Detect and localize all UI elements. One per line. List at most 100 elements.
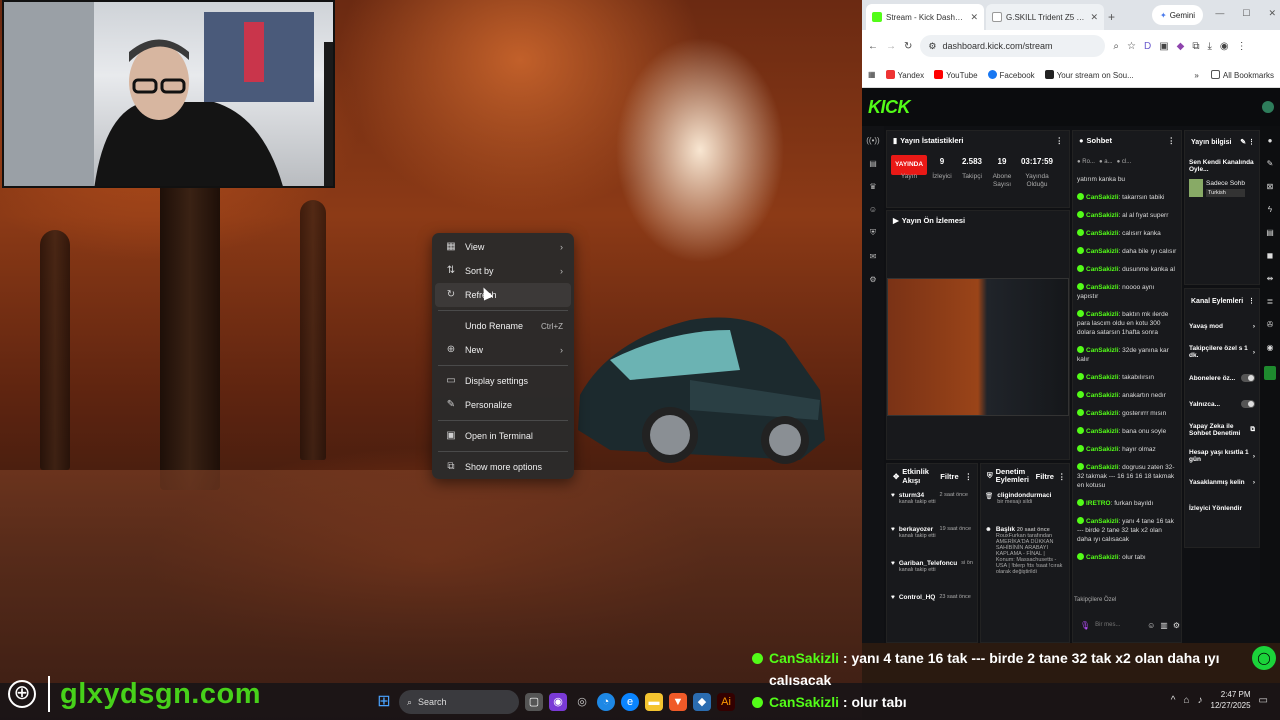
- chat-username[interactable]: CanSakizli: [1086, 311, 1119, 318]
- toggle-switch[interactable]: [1241, 400, 1255, 408]
- kebab-icon[interactable]: ⋮: [1168, 136, 1176, 145]
- menu-item-open-terminal[interactable]: ▣ Open in Terminal: [435, 424, 571, 448]
- chat-username[interactable]: CanSakizli: [1086, 446, 1119, 453]
- windows-start-icon[interactable]: ⊞: [375, 693, 393, 711]
- chat-username[interactable]: CanSakizli: [1086, 266, 1119, 273]
- close-window-icon[interactable]: ✕: [1268, 8, 1276, 19]
- pin-icon[interactable]: ▥: [1160, 621, 1168, 630]
- app-icon[interactable]: ◆: [693, 693, 711, 711]
- avatar[interactable]: [1262, 101, 1274, 113]
- doc-icon[interactable]: ▤: [1266, 228, 1274, 237]
- menu-item-refresh[interactable]: ↻ Refresh: [435, 283, 571, 307]
- extension-icon[interactable]: D: [1144, 41, 1151, 52]
- chat-username[interactable]: CanSakizli: [1086, 374, 1119, 381]
- tab-kick-dashboard[interactable]: Stream - Kick Dashboard ✕: [866, 4, 984, 30]
- action-slow-mode[interactable]: Yavaş mod ›: [1185, 313, 1259, 339]
- minimize-icon[interactable]: —: [1215, 8, 1224, 19]
- app-icon[interactable]: ◉: [549, 693, 567, 711]
- file-explorer-icon[interactable]: ▬: [645, 693, 663, 711]
- chat-username[interactable]: CanSakizli: [1086, 212, 1119, 219]
- bookmark-yandex[interactable]: Yandex: [885, 69, 924, 80]
- back-icon[interactable]: ←: [868, 41, 878, 52]
- menu-item-view[interactable]: ▦ View ›: [435, 235, 571, 259]
- apps-grid-icon[interactable]: ▦: [868, 70, 876, 79]
- toggle-switch[interactable]: [1241, 374, 1255, 382]
- dot-icon[interactable]: ●: [1268, 136, 1273, 145]
- broadcast-icon[interactable]: ((•)): [866, 136, 879, 145]
- profile-icon[interactable]: ◉: [1220, 41, 1229, 52]
- chat-icon[interactable]: ✉: [870, 252, 877, 261]
- action-followers-only[interactable]: Takipçilere özel s 1 dk. ›: [1185, 339, 1259, 365]
- chat-username[interactable]: CanSakizli: [1086, 284, 1119, 291]
- menu-item-show-more-options[interactable]: ⧉ Show more options: [435, 455, 571, 479]
- address-bar[interactable]: ⚙ dashboard.kick.com/stream: [920, 35, 1106, 57]
- pencil-icon[interactable]: ✎: [1267, 159, 1274, 168]
- edge-icon[interactable]: e: [621, 693, 639, 711]
- menu-item-sort-by[interactable]: ⇅ Sort by ›: [435, 259, 571, 283]
- action-banned-words[interactable]: Yasaklanmış kelin ›: [1185, 469, 1259, 495]
- layers-icon[interactable]: ≣: [1267, 297, 1274, 306]
- forward-icon[interactable]: →: [886, 41, 896, 52]
- downloads-icon[interactable]: ⤓: [1208, 41, 1212, 52]
- stream-preview-video[interactable]: [887, 278, 1069, 416]
- taskbar-search[interactable]: ⌕ Search: [399, 690, 519, 714]
- menu-item-personalize[interactable]: ✎ Personalize: [435, 393, 571, 417]
- bookmark-youtube[interactable]: YouTube: [934, 69, 978, 80]
- kick-logo[interactable]: KICK: [868, 97, 911, 118]
- kebab-icon[interactable]: ⋮: [1058, 472, 1066, 481]
- chat-username[interactable]: CanSakizli: [1086, 230, 1119, 237]
- mic-icon[interactable]: 🎙: [1080, 621, 1090, 630]
- chat-username[interactable]: CanSakizli: [1086, 464, 1119, 471]
- chat-bubble-icon[interactable]: ◼: [1267, 251, 1274, 260]
- kebab-icon[interactable]: ⋮: [1248, 297, 1255, 305]
- bookmark-star-icon[interactable]: ☆: [1127, 41, 1136, 52]
- action-subscribers-only[interactable]: Abonelere öz...: [1185, 365, 1259, 391]
- chat-username[interactable]: IRETRO: [1086, 500, 1111, 507]
- kebab-icon[interactable]: ⋮: [1056, 136, 1064, 145]
- chat-bubble-icon[interactable]: ◯: [1252, 646, 1276, 670]
- brave-icon[interactable]: ▼: [669, 693, 687, 711]
- task-view-icon[interactable]: ▢: [525, 693, 543, 711]
- plugin-icon[interactable]: [1264, 366, 1276, 380]
- reload-icon[interactable]: ↻: [904, 41, 912, 52]
- filter-button[interactable]: Filtre: [940, 472, 958, 481]
- library-icon[interactable]: ▤: [869, 159, 877, 168]
- split-icon[interactable]: ⇹: [1267, 274, 1274, 283]
- bolt-icon[interactable]: ϟ: [1268, 205, 1272, 214]
- menu-item-undo-rename[interactable]: Undo Rename Ctrl+Z: [435, 314, 571, 338]
- illustrator-icon[interactable]: Ai: [717, 693, 735, 711]
- chat-username[interactable]: CanSakizli: [1086, 428, 1119, 435]
- shield-icon[interactable]: ⛨: [870, 228, 876, 238]
- eye-icon[interactable]: ◉: [1267, 343, 1274, 352]
- kebab-icon[interactable]: ⋮: [965, 472, 973, 481]
- new-tab-icon[interactable]: +: [1108, 10, 1115, 24]
- settings-icon[interactable]: ⚙: [1173, 621, 1180, 630]
- action-emotes-only[interactable]: Yalnızca...: [1185, 391, 1259, 417]
- action-account-age[interactable]: Hesap yaşı kısıtla 1 gün ›: [1185, 443, 1259, 469]
- filter-button[interactable]: Filtre: [1036, 472, 1054, 481]
- close-icon[interactable]: ✕: [970, 12, 978, 23]
- menu-kebab-icon[interactable]: ⋮: [1237, 41, 1247, 52]
- bookmark-facebook[interactable]: Facebook: [987, 69, 1035, 80]
- menu-item-display-settings[interactable]: ▭ Display settings: [435, 369, 571, 393]
- chat-username[interactable]: CanSakizli: [1086, 347, 1119, 354]
- extension-icon[interactable]: ◆: [1177, 41, 1185, 52]
- block-icon[interactable]: ⊠: [1267, 182, 1274, 191]
- menu-item-new[interactable]: ⊕ New ›: [435, 338, 571, 362]
- close-icon[interactable]: ✕: [1090, 12, 1098, 23]
- chat-username[interactable]: CanSakizli: [1086, 392, 1119, 399]
- chat-username[interactable]: CanSakizli: [1086, 194, 1119, 201]
- chrome-icon[interactable]: ◔: [597, 693, 615, 711]
- users-icon[interactable]: ☺: [869, 205, 877, 214]
- action-ai-moderation[interactable]: Yapay Zeka ile Sohbet Denetimi ⧉: [1185, 417, 1259, 443]
- chat-input[interactable]: Bir mes...: [1095, 622, 1142, 628]
- chat-username[interactable]: CanSakizli: [1086, 554, 1119, 561]
- wrench-icon[interactable]: ✇: [1267, 320, 1274, 329]
- settings-icon[interactable]: ⚙: [869, 275, 876, 284]
- trophy-icon[interactable]: ♛: [869, 182, 876, 191]
- chat-username[interactable]: CanSakizli: [1086, 248, 1119, 255]
- chat-username[interactable]: CanSakizli: [1086, 410, 1119, 417]
- github-icon[interactable]: ◎: [573, 693, 591, 711]
- emoji-icon[interactable]: ☺: [1147, 621, 1155, 630]
- extension-icon[interactable]: ▣: [1159, 41, 1168, 52]
